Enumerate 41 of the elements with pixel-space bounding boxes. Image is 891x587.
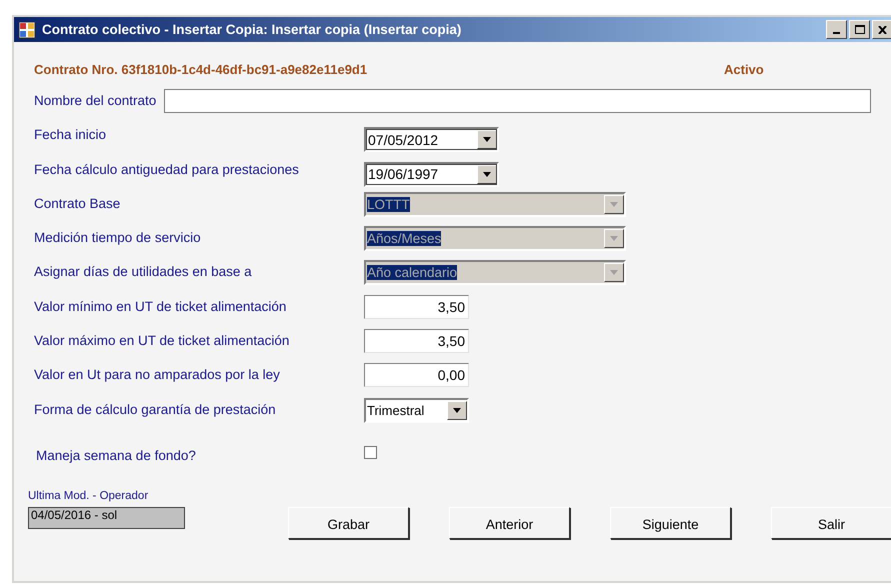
field-label: Fecha inicio — [34, 126, 108, 142]
dropdown-arrow-icon — [453, 408, 461, 413]
input-field[interactable]: 0,00 — [364, 363, 469, 388]
field-label: Asignar días de utilidades en base a — [34, 263, 253, 280]
field-label: Contrato Base — [34, 194, 122, 211]
field-label: Medición tiempo de servicio — [34, 229, 202, 246]
dropdown-arrow-icon — [483, 172, 491, 177]
dropdown[interactable]: Trimestral — [364, 398, 469, 423]
last-modified-field: 04/05/2016 - sol — [28, 507, 185, 530]
dropdown-arrow-icon — [483, 137, 491, 142]
dropdown-arrow-icon — [610, 202, 618, 207]
input-field[interactable]: 3,50 — [364, 294, 469, 319]
field-label: Valor máximo en UT de ticket alimentación — [34, 332, 290, 348]
maximize-icon — [854, 25, 864, 34]
date-picker[interactable]: 07/05/2012 — [364, 127, 499, 152]
input-field[interactable]: 3,50 — [364, 329, 469, 354]
minimize-icon — [833, 32, 840, 34]
contract-number: Contrato Nro. 63f1810b-1c4d-46df-bc91-a9e82e11e9d1 — [34, 62, 368, 77]
field-label: Maneja semana de fondo? — [35, 446, 197, 463]
field-label: Nombre del contrato — [34, 92, 158, 108]
field-label: Fecha cálculo antiguedad para prestaciones — [34, 160, 300, 177]
dropdown-arrow-icon — [610, 270, 618, 276]
checkbox[interactable] — [364, 446, 377, 459]
field-label: Valor mínimo en UT de ticket alimentación — [34, 298, 288, 314]
input-field[interactable] — [164, 89, 871, 113]
field-label: Forma de cálculo garantía de prestación — [34, 400, 277, 417]
action-button[interactable]: Anterior — [449, 507, 570, 540]
field-label: Valor en Ut para no amparados por la ley — [34, 366, 281, 382]
maximize-button[interactable] — [849, 20, 870, 39]
close-icon — [878, 26, 887, 34]
app-icon — [18, 20, 36, 38]
last-modified-label: Ultima Mod. - Operador — [28, 490, 150, 502]
dropdown-arrow-icon — [610, 236, 618, 242]
action-button[interactable]: Grabar — [288, 507, 409, 540]
date-picker[interactable]: 19/06/1997 — [364, 162, 499, 187]
status-label: Activo — [724, 62, 764, 77]
action-button[interactable]: Salir — [771, 507, 891, 540]
close-button[interactable] — [872, 20, 891, 39]
window-title: Contrato colectivo - Insertar Copia: Insertar copia (Insertar copia) — [42, 22, 462, 37]
action-button[interactable]: Siguiente — [610, 507, 731, 540]
minimize-button[interactable] — [826, 20, 847, 39]
